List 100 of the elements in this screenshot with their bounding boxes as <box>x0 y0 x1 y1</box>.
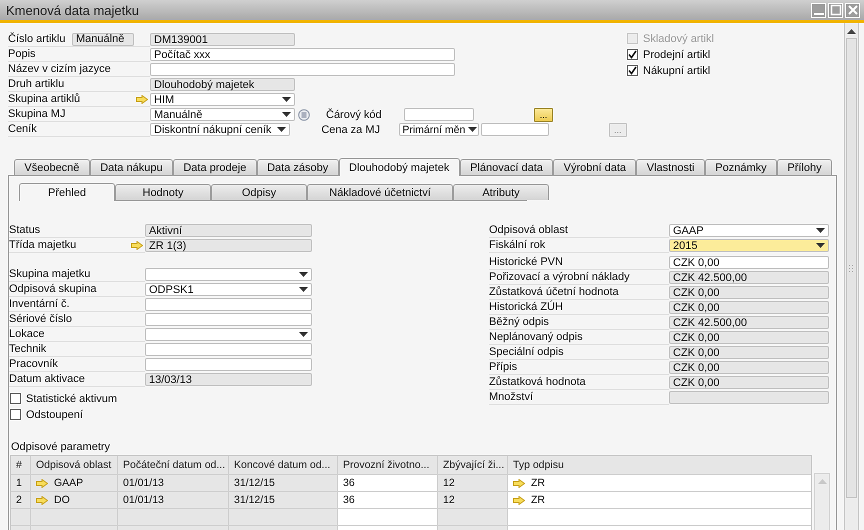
input-field[interactable]: CZK 0,00 <box>669 256 829 269</box>
tab[interactable]: Nákladové účetnictví <box>307 184 453 200</box>
dropdown-field[interactable]: ODPSK1 <box>145 283 312 296</box>
tab[interactable]: Data zásoby <box>256 159 339 175</box>
link-arrow-icon[interactable] <box>36 478 48 488</box>
tab[interactable]: Dlouhodobý majetek <box>338 158 460 176</box>
checkbox[interactable] <box>627 65 638 76</box>
close-icon <box>846 4 858 16</box>
table-cell[interactable]: 36 <box>338 492 438 508</box>
link-arrow-icon[interactable] <box>513 496 525 504</box>
table-cell: 1 <box>11 475 31 491</box>
readonly-field[interactable]: Dlouhodobý majetek <box>150 78 295 91</box>
dropdown-field[interactable] <box>145 268 312 281</box>
dropdown-field[interactable]: 2015 <box>669 239 829 252</box>
scroll-up-icon[interactable] <box>847 29 856 34</box>
readonly-field[interactable]: Manuálně <box>72 32 134 46</box>
input-field[interactable] <box>145 313 312 326</box>
link-arrow-icon[interactable] <box>513 478 525 488</box>
table-cell[interactable]: ZR <box>508 492 811 508</box>
tab[interactable]: Plánovací data <box>460 159 554 175</box>
table-cell[interactable]: ZR <box>508 475 811 491</box>
column-header[interactable]: Počáteční datum od... <box>118 456 229 474</box>
tab[interactable]: Všeobecně <box>14 159 90 175</box>
column-header[interactable]: Zbývající ži... <box>438 456 508 474</box>
tab[interactable]: Odpisy <box>211 184 307 200</box>
tab[interactable]: Přílohy <box>777 159 832 175</box>
tab[interactable]: Hodnoty <box>115 184 211 200</box>
dropdown-field[interactable] <box>145 328 312 341</box>
readonly-field[interactable]: CZK 42.500,00 <box>669 271 829 284</box>
table-cell[interactable]: 36 <box>338 475 438 491</box>
input-field[interactable] <box>404 108 474 121</box>
readonly-field[interactable]: ZR 1(3) <box>145 239 312 252</box>
column-header[interactable]: # <box>11 456 31 474</box>
dropdown-arrow-icon[interactable] <box>299 272 308 277</box>
field-label: Technik <box>9 343 46 355</box>
checkbox[interactable] <box>10 409 21 420</box>
empty-table-row[interactable] <box>11 509 811 526</box>
table-cell: GAAP <box>31 475 118 491</box>
dropdown-field[interactable]: HIM <box>150 93 295 106</box>
maximize-icon <box>830 4 842 16</box>
checkbox[interactable] <box>627 49 638 60</box>
dropdown-arrow-icon[interactable] <box>277 127 286 132</box>
input-field[interactable] <box>145 343 312 356</box>
readonly-field[interactable]: CZK 0,00 <box>669 376 829 389</box>
column-header[interactable]: Provozní životno... <box>338 456 438 474</box>
tab[interactable]: Data prodeje <box>172 159 257 175</box>
maximize-button[interactable] <box>828 2 843 18</box>
minimize-button[interactable] <box>811 2 826 18</box>
field-label: Množství <box>489 391 534 403</box>
field-label: Skupina majetku <box>9 268 90 280</box>
field-label: Odpisová skupina <box>9 283 96 295</box>
column-header[interactable]: Typ odpisu <box>508 456 811 474</box>
input-field[interactable] <box>145 298 312 311</box>
dropdown-arrow-icon[interactable] <box>299 287 308 292</box>
input-field[interactable]: Počítač xxx <box>150 48 455 61</box>
tab[interactable]: Poznámky <box>704 159 777 175</box>
field-label: Ceník <box>8 123 38 135</box>
browse-button[interactable]: ... <box>534 108 553 122</box>
link-arrow-icon[interactable] <box>131 240 143 250</box>
dropdown-field[interactable]: GAAP <box>669 224 829 237</box>
link-arrow-icon[interactable] <box>136 94 148 104</box>
table-cell: 31/12/15 <box>229 492 338 508</box>
column-header[interactable]: Koncové datum od... <box>229 456 338 474</box>
dropdown-arrow-icon[interactable] <box>299 332 308 337</box>
field-label: Speciální odpis <box>489 346 564 358</box>
dropdown-field[interactable]: Diskontní nákupní ceník <box>150 123 290 136</box>
dropdown-arrow-icon[interactable] <box>816 228 825 233</box>
dropdown-arrow-icon[interactable] <box>468 127 477 132</box>
dropdown-arrow-icon[interactable] <box>282 112 291 117</box>
column-header[interactable]: Odpisová oblast <box>31 456 118 474</box>
input-field[interactable] <box>480 123 549 136</box>
readonly-field[interactable]: CZK 42.500,00 <box>669 316 829 329</box>
dropdown-arrow-icon[interactable] <box>816 243 825 248</box>
readonly-field[interactable]: 13/03/13 <box>145 373 312 386</box>
list-icon[interactable] <box>298 108 310 120</box>
tab[interactable]: Atributy <box>453 184 549 200</box>
readonly-field[interactable] <box>669 391 829 404</box>
readonly-field[interactable]: DM139001 <box>150 33 295 46</box>
dropdown-field[interactable]: Primární měn <box>399 123 479 136</box>
link-arrow-icon[interactable] <box>36 496 48 504</box>
readonly-field[interactable]: CZK 0,00 <box>669 361 829 374</box>
dropdown-arrow-icon[interactable] <box>282 97 291 102</box>
readonly-field[interactable]: CZK 0,00 <box>669 286 829 299</box>
scroll-thumb[interactable] <box>846 38 857 498</box>
input-field[interactable] <box>150 63 455 76</box>
scrollbar[interactable] <box>814 473 830 530</box>
tab[interactable]: Vlastnosti <box>636 159 705 175</box>
checkbox[interactable] <box>10 393 21 404</box>
readonly-field[interactable]: CZK 0,00 <box>669 301 829 314</box>
field-label: Lokace <box>9 328 44 340</box>
tab[interactable]: Přehled <box>19 183 115 201</box>
dropdown-field[interactable]: Manuálně <box>150 108 295 121</box>
input-field[interactable] <box>145 358 312 371</box>
tab[interactable]: Výrobní data <box>553 159 636 175</box>
close-button[interactable] <box>845 2 860 18</box>
readonly-field[interactable]: CZK 0,00 <box>669 346 829 359</box>
scrollbar[interactable] <box>844 23 859 530</box>
readonly-field[interactable]: CZK 0,00 <box>669 331 829 344</box>
tab[interactable]: Data nákupu <box>90 159 173 175</box>
readonly-field[interactable]: Aktivní <box>145 224 312 237</box>
